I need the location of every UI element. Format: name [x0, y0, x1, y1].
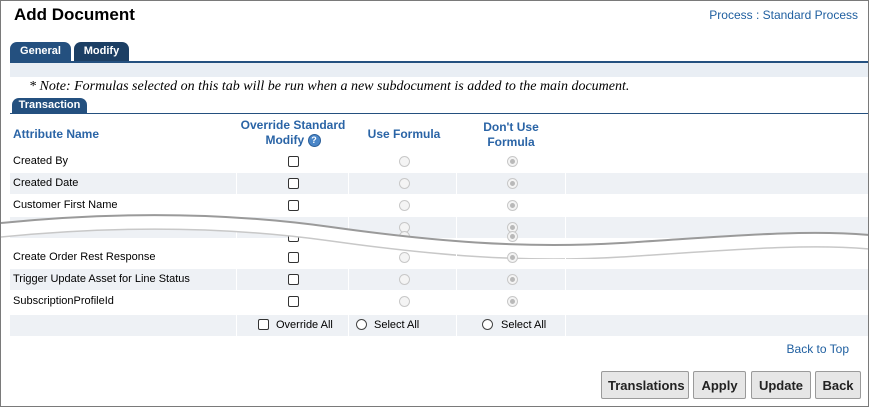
- subtab-divider: [10, 113, 868, 114]
- dont-use-header-line2: Formula: [487, 135, 535, 149]
- select-all-dont-use-radio[interactable]: [482, 319, 493, 330]
- dont-use-formula-radio[interactable]: [507, 178, 518, 189]
- override-header-line2: Modify: [265, 133, 305, 147]
- subtab-transaction[interactable]: Transaction: [12, 98, 87, 113]
- table-row: Trigger Update Asset for Line Status: [10, 269, 868, 290]
- tab-modify[interactable]: Modify: [74, 42, 129, 61]
- override-checkbox[interactable]: [288, 252, 299, 263]
- select-all-use-formula-radio[interactable]: [356, 319, 367, 330]
- apply-button[interactable]: Apply: [693, 371, 746, 399]
- override-checkbox[interactable]: [288, 156, 299, 167]
- tab-general[interactable]: General: [10, 42, 71, 61]
- attribute-name: Created Date: [13, 177, 79, 189]
- override-checkbox[interactable]: [288, 296, 299, 307]
- column-header-use-formula: Use Formula: [367, 127, 441, 141]
- override-header-line1: Override Standard: [240, 118, 346, 132]
- override-all-checkbox[interactable]: [258, 319, 269, 330]
- column-header-dont-use-formula: Don't Use Formula: [466, 120, 556, 150]
- override-checkbox[interactable]: [288, 178, 299, 189]
- table-row: Create Order Rest Response: [10, 247, 868, 268]
- select-all-use-formula-label: Select All: [374, 319, 420, 331]
- table-row: Created Date: [10, 173, 868, 194]
- override-all-label: Override All: [276, 319, 333, 331]
- use-formula-radio[interactable]: [399, 178, 410, 189]
- add-document-panel: Add Document Process : Standard Process …: [0, 0, 869, 407]
- note-band: [10, 63, 868, 77]
- translations-button[interactable]: Translations: [601, 371, 689, 399]
- column-header-attribute-name: Attribute Name: [13, 127, 100, 141]
- dont-use-header-line1: Don't Use: [483, 120, 539, 134]
- back-to-top-link[interactable]: Back to Top: [787, 342, 849, 356]
- use-formula-radio[interactable]: [399, 274, 410, 285]
- page-title: Add Document: [14, 5, 135, 24]
- back-button[interactable]: Back: [815, 371, 861, 399]
- table-row: Created By: [10, 151, 868, 172]
- use-formula-radio[interactable]: [399, 252, 410, 263]
- dont-use-formula-radio[interactable]: [507, 296, 518, 307]
- select-all-row: Override All Select All Select All: [10, 315, 868, 336]
- update-button[interactable]: Update: [751, 371, 811, 399]
- table-row: SubscriptionProfileId: [10, 291, 868, 312]
- attribute-name: Trigger Update Asset for Line Status: [13, 273, 190, 285]
- attribute-name: SubscriptionProfileId: [13, 295, 114, 307]
- formula-note: * Note: Formulas selected on this tab wi…: [29, 79, 630, 94]
- attribute-name: Create Order Rest Response: [13, 251, 156, 263]
- column-header-override: Override Standard Modify ?: [237, 118, 349, 148]
- dont-use-formula-radio[interactable]: [507, 156, 518, 167]
- use-formula-radio[interactable]: [399, 296, 410, 307]
- dont-use-formula-radio[interactable]: [507, 274, 518, 285]
- process-link[interactable]: Process : Standard Process: [709, 8, 858, 22]
- attribute-name: Created By: [13, 155, 69, 167]
- help-icon[interactable]: ?: [307, 134, 321, 147]
- override-checkbox[interactable]: [288, 274, 299, 285]
- use-formula-radio[interactable]: [399, 156, 410, 167]
- dont-use-formula-radio[interactable]: [507, 252, 518, 263]
- select-all-dont-use-label: Select All: [501, 319, 547, 331]
